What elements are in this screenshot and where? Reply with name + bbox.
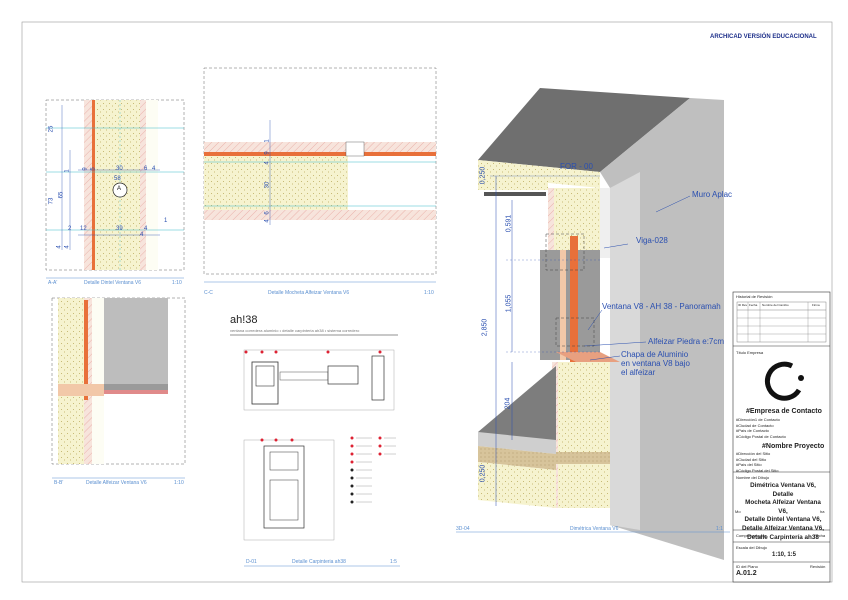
view-alfeizar-title: Detalle Alfeizar Ventana V6 <box>86 480 147 486</box>
annotation-chapa-line: Chapa de Aluminio <box>621 350 689 359</box>
overlap-text-right: ha <box>820 509 825 514</box>
dim-label: 0,250 <box>479 464 487 483</box>
contact-line: #Dirección1 de Contacto <box>736 417 780 422</box>
dim-label: 12 <box>80 226 87 232</box>
view-dintel-scale: 1:10 <box>172 280 182 286</box>
project-name: #Nombre Proyecto <box>762 443 825 450</box>
dim-label: 2 <box>68 226 72 232</box>
view-mocheta-id: C-C <box>204 290 213 296</box>
drawing-name-line: Dimétrica Ventana V6, Detalle <box>750 482 816 498</box>
carpinteria-legend <box>350 436 396 504</box>
dim-label: 4 <box>152 166 156 172</box>
view-alfeizar <box>51 297 186 479</box>
dim-label: 73 <box>48 197 55 205</box>
revision-col-date: Fecha <box>749 303 758 307</box>
view-dintel-title: Detalle Dintel Ventana V6 <box>84 280 141 286</box>
view-dimetrica <box>456 88 730 560</box>
date-label: Fecha <box>814 533 826 538</box>
drawing-name-line: Mocheta Alfeizar Ventana V6, <box>745 499 821 515</box>
contact-lines: #Dirección1 de Contacto #Ciudad de Conta… <box>736 417 786 439</box>
annotation-chapa-line: en ventana V8 bajo <box>621 359 690 368</box>
scale-value: 1:10, 1:5 <box>772 552 797 558</box>
sheet-id: A.01.2 <box>736 570 757 577</box>
contact-line: #Código Postal de Contacto <box>736 433 786 439</box>
scale-label: Escala del Dibujo <box>736 545 767 550</box>
view-carpinteria-scale: 1:5 <box>390 559 397 565</box>
view-mocheta-title: Detalle Mocheta Alfeizar Ventana V6 <box>268 290 350 296</box>
dim-label: 30 <box>264 181 271 189</box>
annotation-chapa-line: el alfeizar <box>621 368 656 377</box>
view-carpinteria <box>230 334 400 567</box>
dim-label: 2,850 <box>481 318 489 337</box>
sheet-id-label: ID del Plano <box>736 564 758 569</box>
dim-label: 4 <box>144 226 148 232</box>
dim-label: 9 <box>264 151 271 155</box>
section-marker-label: A <box>117 186 122 192</box>
dim-label: 25 <box>48 125 55 133</box>
dim-label: 1 <box>64 169 71 173</box>
revision-col-change: Nombre del Cambio <box>762 303 789 307</box>
site-lines: #Dirección del Sitio #Ciudad del Sitio #… <box>736 451 778 473</box>
dim-label: 4 <box>140 232 144 238</box>
view-dintel <box>45 99 185 279</box>
dim-label: 30 <box>116 166 123 172</box>
annotation-muro: Muro Aplac <box>692 190 733 199</box>
dim-label: 4 <box>64 245 71 249</box>
view-carpinteria-id: D-01 <box>246 559 257 565</box>
view-alfeizar-id: B-B' <box>54 480 64 486</box>
view-carpinteria-title: Detalle Carpinteria ah38 <box>292 559 346 565</box>
dim-label: 4 <box>264 219 271 223</box>
drawing-sheet <box>21 21 833 583</box>
edition-label: ARCHICAD VERSIÓN EDUCACIONAL <box>710 34 817 40</box>
dim-label: 0,591 <box>505 214 513 233</box>
revision-col-id: ID Rev <box>738 303 748 307</box>
dim-label: 6 <box>144 166 148 172</box>
drawing-name-line: Detalle Dintel Ventana V6, <box>744 516 822 524</box>
annotation-viga: Viga-028 <box>636 236 668 245</box>
overlap-text-left: Mo <box>735 509 741 514</box>
carpinteria-brand: ah!38 <box>230 314 258 326</box>
revision-title: Historial de Revisión <box>736 294 773 299</box>
revision-label: Revisión <box>810 564 826 569</box>
view-dimetrica-title: Dimétrica Ventana V6 <box>570 526 619 532</box>
dim-label: 0,250 <box>479 166 487 185</box>
view-dimetrica-scale: 1:1 <box>716 526 723 532</box>
dim-label: 6 <box>264 211 271 215</box>
contact-name: #Empresa de Contacto <box>746 408 822 415</box>
dim-label: 9 <box>82 167 89 171</box>
dim-label: 39 <box>116 226 123 232</box>
carpinteria-subtitle: ventana corredera aluminio • detalle car… <box>230 328 360 333</box>
checked-label: Comprobado por <box>736 533 767 538</box>
dim-label: 65 <box>58 191 65 199</box>
annotation-ventana: Ventana V8 - AH 38 - Panoramah <box>602 302 721 311</box>
dim-label: 1,055 <box>505 294 513 313</box>
annotation-alfeizar: Alfeizar Piedra e:7cm <box>648 337 725 346</box>
annotation-chapa: Chapa de Aluminio en ventana V8 bajo el … <box>621 350 690 377</box>
site-line: #Código Postal del Sitio <box>736 467 779 473</box>
company-label: Título Empresa <box>736 350 764 355</box>
view-mocheta <box>203 67 437 283</box>
view-alfeizar-scale: 1:10 <box>174 480 184 486</box>
dim-label: 5 <box>90 167 97 171</box>
dim-label: 1 <box>164 218 168 224</box>
view-dimetrica-id: 3D-04 <box>456 526 470 532</box>
dim-label: 1 <box>264 139 271 143</box>
revision-col-sign: Firma <box>812 303 820 307</box>
view-mocheta-scale: 1:10 <box>424 290 434 296</box>
annotation-forjado: FOR - 00 <box>560 162 593 171</box>
view-dintel-id: A-A' <box>48 280 58 286</box>
dim-label: 58 <box>114 176 121 182</box>
drawing-label: Nombre del Dibujo <box>736 475 770 480</box>
dim-label: 4 <box>56 245 63 249</box>
dim-label: 4 <box>264 161 271 165</box>
dim-label: 204 <box>504 397 512 410</box>
